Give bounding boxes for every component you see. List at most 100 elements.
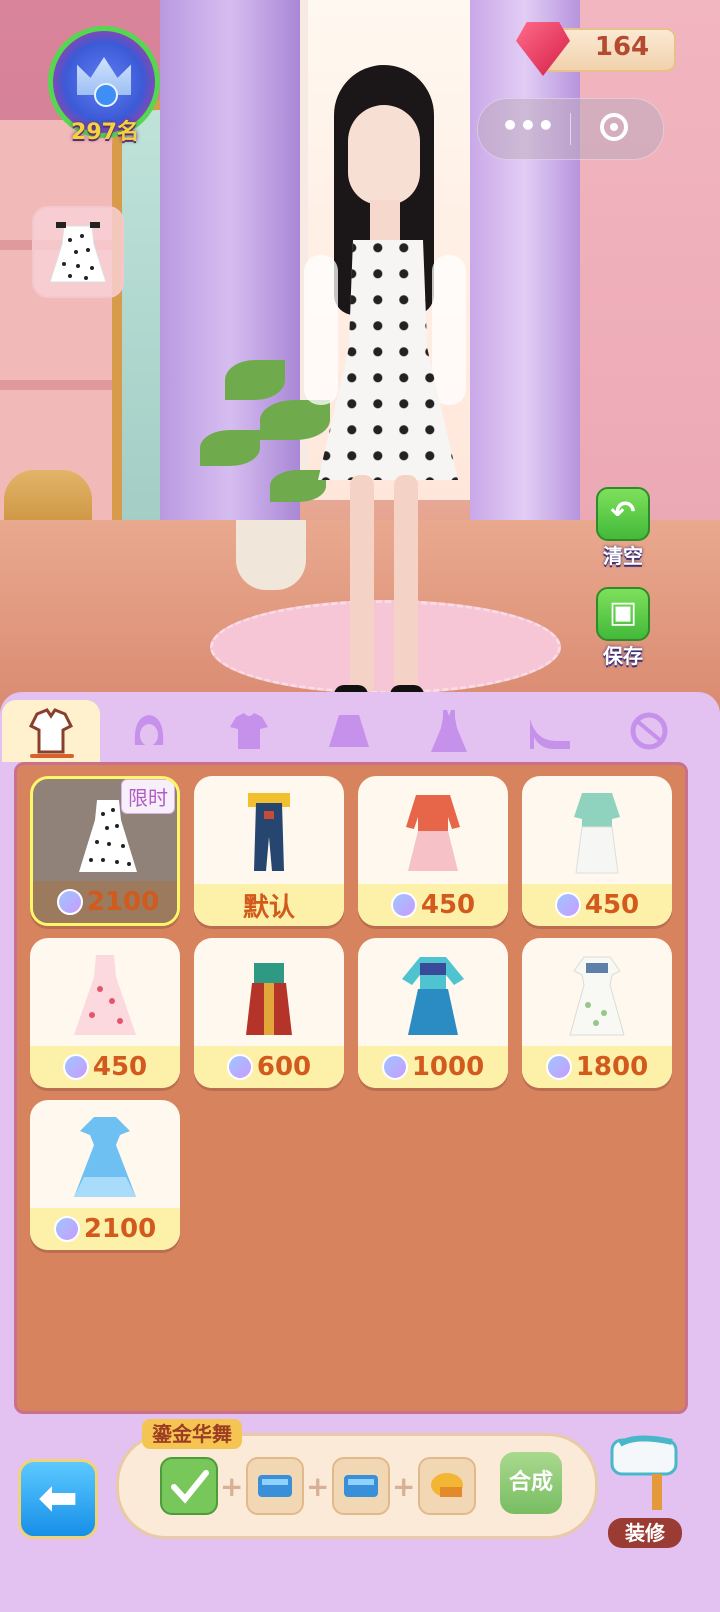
player-avatar[interactable]	[290, 65, 480, 707]
undo-arrow-icon: ↶	[610, 495, 636, 530]
dress-icon	[431, 710, 467, 752]
accessory-icon	[630, 712, 668, 750]
item-card[interactable]: 1000	[358, 938, 508, 1088]
item-price: 450	[522, 884, 672, 926]
hair-icon	[134, 715, 164, 746]
item-price: 1800	[522, 1046, 672, 1088]
item-thumbnail	[522, 776, 672, 888]
blue-ice-dress-icon	[74, 1117, 136, 1197]
save-label: 保存	[603, 644, 643, 668]
item-card[interactable]: 450	[522, 776, 672, 926]
coin-icon	[390, 892, 417, 918]
coin-icon	[53, 1216, 80, 1242]
price-value: 450	[584, 890, 640, 920]
item-price: 2100	[30, 1208, 180, 1250]
coin-icon	[56, 889, 83, 915]
red-green-hanfu-icon	[246, 963, 292, 1035]
current-outfit-slot[interactable]	[32, 206, 124, 298]
plus-icon: +	[220, 1470, 244, 1503]
mint-blouse-white-skirt-icon	[574, 793, 620, 874]
item-thumbnail	[358, 938, 508, 1050]
avatar-leg	[394, 475, 418, 695]
white-embroidered-dress-icon	[569, 956, 625, 1036]
tab-top[interactable]	[200, 700, 298, 762]
back-arrow-icon: ⬅	[37, 1470, 79, 1526]
item-price: 450	[358, 884, 508, 926]
crown-gem-icon	[94, 83, 118, 107]
capsule-divider	[570, 113, 571, 145]
denim-overalls-icon	[248, 793, 290, 871]
item-card[interactable]: 限时 2100	[30, 776, 180, 926]
tab-accessory[interactable]	[600, 700, 698, 762]
checkmark-icon	[171, 1470, 209, 1504]
plant-leaf	[225, 360, 285, 400]
wardrobe-shelf	[0, 380, 120, 390]
avatar-sleeve	[432, 255, 466, 405]
mini-program-capsule: •••	[477, 98, 664, 160]
item-thumbnail	[358, 776, 508, 888]
item-thumbnail	[30, 938, 180, 1050]
tab-dress[interactable]	[400, 700, 498, 762]
item-card[interactable]: 2100	[30, 1100, 180, 1250]
item-thumbnail	[30, 1100, 180, 1212]
recipe-slot-material[interactable]	[246, 1457, 304, 1515]
rank-label: 297名	[71, 120, 139, 145]
item-card[interactable]: 1800	[522, 938, 672, 1088]
price-value: 2100	[83, 1214, 157, 1244]
gem-count: 164	[594, 32, 650, 62]
item-card[interactable]: 450	[358, 776, 508, 926]
right-curtain	[470, 0, 580, 520]
back-button[interactable]: ⬅	[18, 1459, 98, 1539]
decorate-label: 装修	[608, 1518, 682, 1548]
blue-fabric-icon	[258, 1475, 292, 1497]
avatar-neck	[370, 200, 400, 240]
recipe-slot-bag[interactable]	[160, 1457, 218, 1515]
clear-button[interactable]: ↶	[596, 487, 650, 541]
avatar-sleeve	[304, 255, 338, 405]
coin-icon	[554, 892, 581, 918]
craft-button[interactable]: 合成	[500, 1452, 562, 1514]
red-pink-outfit-icon	[406, 795, 460, 871]
item-price: 450	[30, 1046, 180, 1088]
item-card[interactable]: 600	[194, 938, 344, 1088]
price-value: 默认	[242, 892, 295, 923]
recipe-slot-material[interactable]	[332, 1457, 390, 1515]
item-price: 600	[194, 1046, 344, 1088]
category-tabs	[0, 700, 720, 762]
more-menu-icon[interactable]: •••	[498, 112, 558, 144]
tab-skirt[interactable]	[300, 700, 398, 762]
close-target-icon[interactable]	[600, 113, 628, 141]
item-card[interactable]: 450	[30, 938, 180, 1088]
shirt-icon	[230, 713, 268, 749]
price-value: 2100	[86, 887, 160, 917]
coin-icon	[381, 1054, 408, 1080]
price-value: 600	[256, 1052, 312, 1082]
item-thumbnail	[194, 938, 344, 1050]
tab-hair[interactable]	[100, 700, 198, 762]
polka-dress-icon	[49, 222, 107, 283]
price-value: 1800	[575, 1052, 649, 1082]
price-value: 1000	[411, 1052, 485, 1082]
item-price: 1000	[358, 1046, 508, 1088]
item-thumbnail	[522, 938, 672, 1050]
gold-sewing-tool-icon	[431, 1473, 463, 1497]
price-value: 450	[92, 1052, 148, 1082]
plus-icon: +	[392, 1470, 416, 1503]
item-price: 默认	[194, 884, 344, 926]
avatar-leg	[350, 475, 374, 695]
decorate-button[interactable]	[606, 1430, 686, 1520]
recipe-slot-tool[interactable]	[418, 1457, 476, 1515]
save-button[interactable]: ▣	[596, 587, 650, 641]
tab-outfit[interactable]	[2, 700, 100, 762]
tab-shoes[interactable]	[500, 700, 598, 762]
clear-label: 清空	[603, 544, 643, 568]
recipe-title: 鎏金华舞	[142, 1419, 242, 1449]
save-disk-icon: ▣	[608, 595, 638, 630]
coin-icon	[226, 1054, 253, 1080]
item-card[interactable]: 默认	[194, 776, 344, 926]
high-heel-icon	[530, 719, 570, 749]
blue-fabric-icon	[344, 1475, 378, 1497]
price-value: 450	[420, 890, 476, 920]
plus-icon: +	[306, 1470, 330, 1503]
item-price: 2100	[33, 881, 177, 923]
